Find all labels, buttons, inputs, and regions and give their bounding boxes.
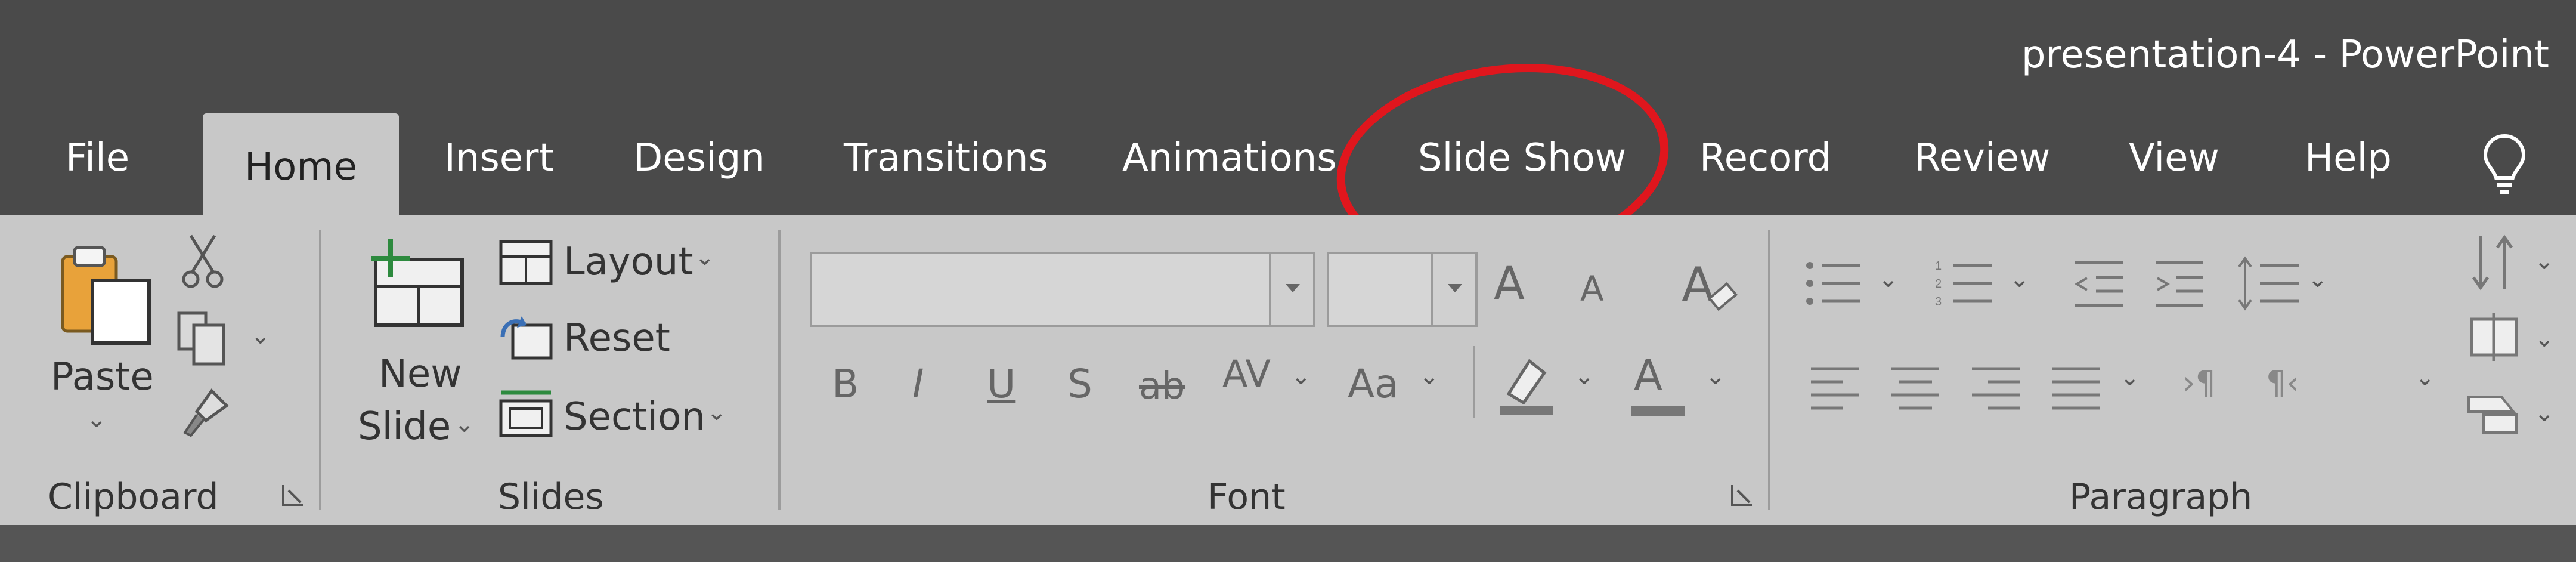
increase-indent-icon[interactable] xyxy=(2153,257,2206,310)
svg-text:A: A xyxy=(1682,257,1714,313)
group-separator xyxy=(1768,230,1770,510)
ribbon-tabs: File Home Insert Design Transitions Anim… xyxy=(0,113,2576,215)
rtl-text-direction-icon[interactable]: ¶‹ xyxy=(2266,364,2299,402)
slides-group-label: Slides xyxy=(498,476,604,518)
font-name-combobox[interactable] xyxy=(810,252,1315,327)
layout-chevron-down-icon[interactable]: ⌄ xyxy=(695,243,715,271)
tab-help[interactable]: Help xyxy=(2305,136,2392,180)
paste-icon[interactable] xyxy=(57,242,158,349)
reset-label[interactable]: Reset xyxy=(564,316,670,360)
clear-formatting-icon[interactable]: A xyxy=(1679,257,1738,316)
font-color-chevron-down-icon[interactable]: ⌄ xyxy=(1705,363,1726,390)
underline-button[interactable]: U xyxy=(987,361,1015,407)
strikethrough-button[interactable]: ab xyxy=(1139,364,1185,407)
tab-home[interactable]: Home xyxy=(203,113,399,215)
change-case-chevron-down-icon[interactable]: ⌄ xyxy=(1419,363,1439,390)
numbering-chevron-down-icon[interactable]: ⌄ xyxy=(2010,265,2030,293)
layout-label[interactable]: Layout xyxy=(564,240,693,284)
bullets-chevron-down-icon[interactable]: ⌄ xyxy=(1878,265,1899,293)
lightbulb-icon[interactable] xyxy=(2481,131,2528,197)
section-label[interactable]: Section xyxy=(564,395,705,439)
bold-button[interactable]: B xyxy=(832,361,859,407)
svg-text:2: 2 xyxy=(1935,277,1942,291)
font-group-label: Font xyxy=(1208,476,1286,518)
font-color-button[interactable]: A xyxy=(1634,351,1662,400)
tab-design[interactable]: Design xyxy=(633,136,765,180)
paste-label[interactable]: Paste xyxy=(51,355,154,399)
paragraph-chevron-down-icon[interactable]: ⌄ xyxy=(2415,364,2435,391)
section-icon[interactable] xyxy=(498,388,555,439)
format-painter-icon[interactable] xyxy=(179,385,233,439)
tab-insert[interactable]: Insert xyxy=(444,136,554,180)
highlight-color-icon[interactable] xyxy=(1497,352,1556,418)
justify-chevron-down-icon[interactable]: ⌄ xyxy=(2120,364,2140,391)
align-left-icon[interactable] xyxy=(1810,364,1860,412)
svg-text:1: 1 xyxy=(1935,260,1942,273)
text-direction-icon[interactable] xyxy=(2469,233,2519,292)
tab-file[interactable]: File xyxy=(66,136,129,180)
smartart-chevron-down-icon[interactable]: ⌄ xyxy=(2534,400,2555,427)
align-right-icon[interactable] xyxy=(1971,364,2021,412)
highlight-chevron-down-icon[interactable]: ⌄ xyxy=(1574,363,1594,390)
ribbon-home: Paste ⌄ ⌄ Clipboard New Slide ⌄ Layout ⌄ xyxy=(0,215,2576,525)
new-slide-label-line1[interactable]: New xyxy=(379,352,462,396)
layout-icon[interactable] xyxy=(498,239,555,286)
font-dialog-launcher-icon[interactable] xyxy=(1729,482,1756,509)
below-ribbon-area xyxy=(0,525,2576,562)
line-spacing-icon[interactable] xyxy=(2236,254,2302,313)
align-text-chevron-down-icon[interactable]: ⌄ xyxy=(2534,325,2555,353)
align-center-icon[interactable] xyxy=(1890,364,1941,412)
new-slide-chevron-down-icon[interactable]: ⌄ xyxy=(454,410,475,438)
tab-record[interactable]: Record xyxy=(1699,136,1831,180)
decrease-font-size-button[interactable]: A xyxy=(1580,268,1604,309)
tab-transitions[interactable]: Transitions xyxy=(844,136,1048,180)
align-text-icon[interactable] xyxy=(2469,313,2519,361)
justify-icon[interactable] xyxy=(2051,364,2102,412)
font-color-swatch xyxy=(1631,406,1685,416)
character-spacing-button[interactable]: AV xyxy=(1222,352,1271,396)
svg-text:3: 3 xyxy=(1935,295,1942,308)
font-name-dropdown-button[interactable] xyxy=(1269,254,1313,325)
decrease-indent-icon[interactable] xyxy=(2072,257,2126,310)
numbering-icon[interactable]: 1 2 3 xyxy=(1935,257,1995,310)
cut-icon[interactable] xyxy=(182,233,224,289)
convert-to-smartart-icon[interactable] xyxy=(2466,391,2519,436)
text-direction-chevron-down-icon[interactable]: ⌄ xyxy=(2534,248,2555,275)
paragraph-group-label: Paragraph xyxy=(2069,476,2253,518)
change-case-button[interactable]: Aa xyxy=(1348,361,1399,407)
new-slide-icon[interactable] xyxy=(364,236,471,337)
tab-animations[interactable]: Animations xyxy=(1122,136,1337,180)
section-chevron-down-icon[interactable]: ⌄ xyxy=(707,399,727,426)
spacing-chevron-down-icon[interactable]: ⌄ xyxy=(1291,363,1311,390)
increase-font-size-button[interactable]: A xyxy=(1494,257,1525,310)
bullets-icon[interactable] xyxy=(1804,257,1863,310)
line-spacing-chevron-down-icon[interactable]: ⌄ xyxy=(2308,265,2328,293)
italic-button[interactable]: I xyxy=(912,361,924,407)
text-shadow-button[interactable]: S xyxy=(1067,361,1092,407)
tab-review[interactable]: Review xyxy=(1914,136,2050,180)
tab-view[interactable]: View xyxy=(2129,136,2219,180)
clipboard-dialog-launcher-icon[interactable] xyxy=(280,482,307,509)
clipboard-group-label: Clipboard xyxy=(48,476,219,518)
font-size-dropdown-button[interactable] xyxy=(1431,254,1475,325)
copy-icon[interactable] xyxy=(176,310,230,367)
window-title: presentation-4 - PowerPoint xyxy=(2021,33,2549,77)
paste-chevron-down-icon[interactable]: ⌄ xyxy=(86,406,107,433)
ltr-text-direction-icon[interactable]: ›¶ xyxy=(2182,364,2216,402)
copy-chevron-down-icon[interactable]: ⌄ xyxy=(250,322,271,350)
new-slide-label-line2[interactable]: Slide xyxy=(358,404,451,449)
title-bar: presentation-4 - PowerPoint xyxy=(0,0,2576,113)
group-separator xyxy=(778,230,781,510)
reset-icon[interactable] xyxy=(498,313,555,361)
group-separator xyxy=(319,230,321,510)
divider xyxy=(1473,346,1475,418)
font-size-combobox[interactable] xyxy=(1327,252,1478,327)
